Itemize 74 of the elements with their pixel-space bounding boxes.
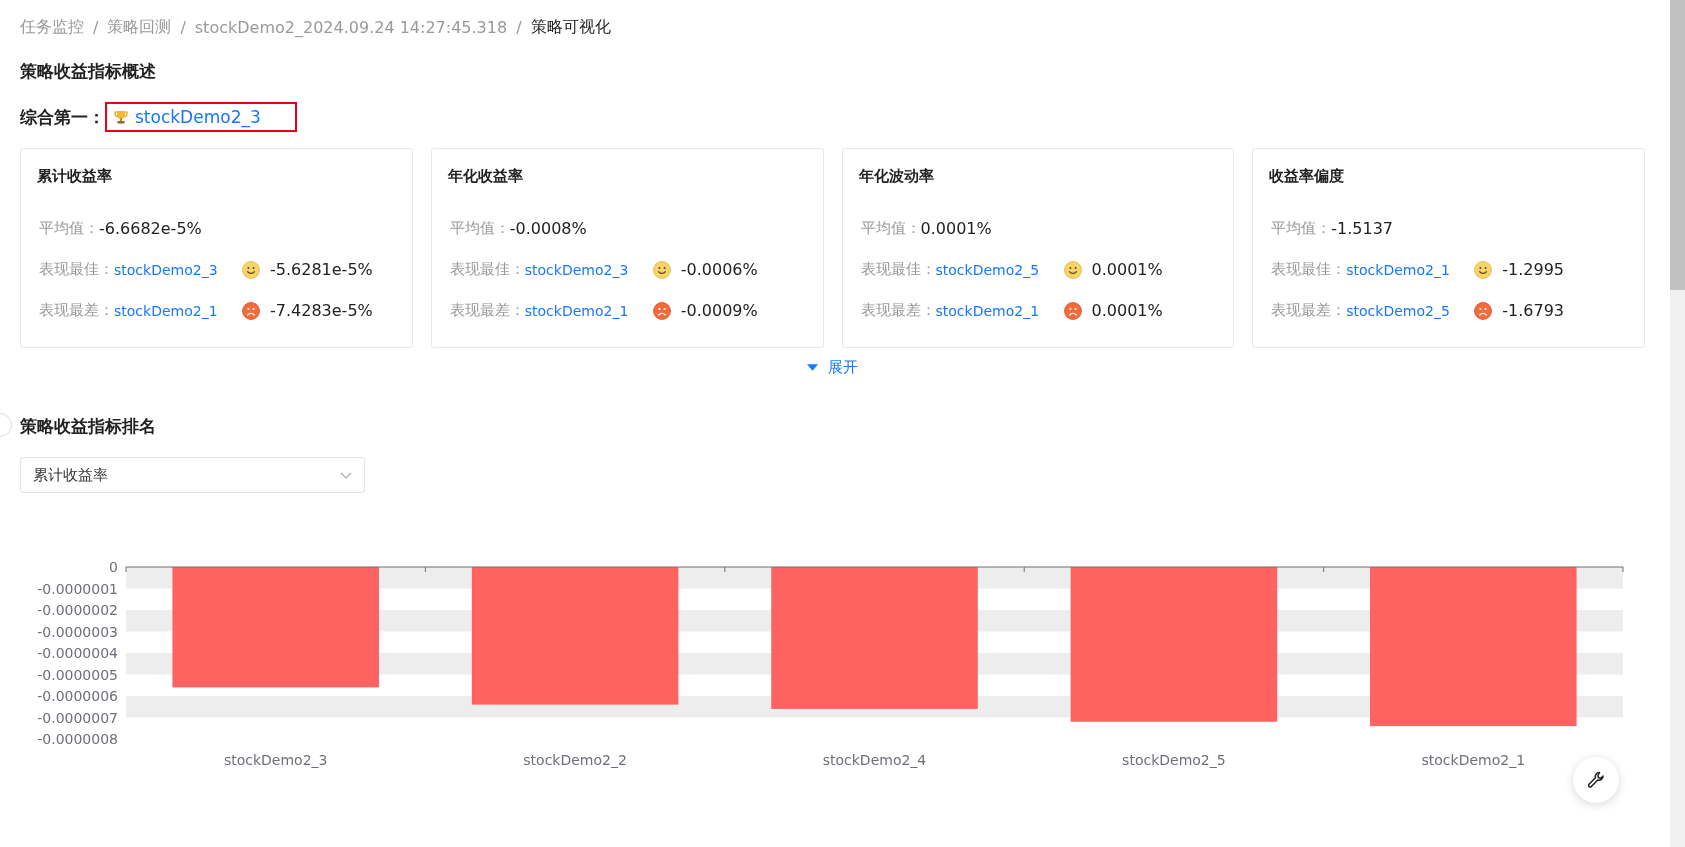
breadcrumb-link[interactable]: 策略回测 [107,16,172,38]
metric-value: 0.0001% [920,219,992,238]
frown-icon [1063,301,1082,320]
metric-value: 0.0001% [1091,260,1163,279]
metric-label: 表现最差： [860,301,936,320]
tools-button[interactable] [1573,757,1619,803]
metric-value: -1.6793 [1502,301,1564,320]
metric-value: -6.6682e-5% [99,219,202,238]
metric-value: 0.0001% [1091,301,1163,320]
card-title: 年化波动率 [858,167,935,186]
strategy-link[interactable]: stockDemo2_1 [114,302,242,319]
metric-label: 表现最佳： [449,260,525,279]
metric-value: -0.0008% [509,219,587,238]
top-label: 综合第一： [20,105,105,129]
strategy-link[interactable]: stockDemo2_3 [114,261,242,278]
smile-icon [1063,260,1082,279]
metric-label: 表现最差： [1271,301,1347,320]
trophy-icon [113,109,129,125]
breadcrumb-link[interactable]: 任务监控 [20,16,84,38]
frown-icon [652,301,671,320]
strategy-link[interactable]: stockDemo2_1 [935,302,1064,319]
metric-select[interactable]: 累计收益率 [20,457,365,493]
metric-label: 平均值： [860,219,921,238]
strategy-link[interactable]: stockDemo2_1 [524,302,653,319]
y-axis-label: -0.0000003 [37,623,118,640]
y-axis-label: -0.0000004 [37,645,118,661]
breadcrumb-separator: / [93,17,99,37]
y-axis-label: -0.0000008 [37,731,118,747]
strategy-link[interactable]: stockDemo2_3 [524,261,653,278]
section-title: 策略收益指标排名 [20,415,157,437]
x-axis-label: stockDemo2_2 [523,752,627,768]
x-axis-label: stockDemo2_4 [822,752,927,768]
y-axis-label: -0.0000001 [37,580,118,597]
breadcrumb-link[interactable]: stockDemo2_2024.09.24 14:27:45.318 [194,17,508,37]
y-axis-label: -0.0000002 [37,602,118,618]
metric-value: -1.5137 [1331,219,1393,238]
metric-value: -7.4283e-5% [270,301,373,320]
y-axis-label: -0.0000006 [37,688,118,704]
top-strategy-link[interactable]: stockDemo2_3 [105,102,297,132]
metric-label: 平均值： [449,219,510,238]
x-axis-label: stockDemo2_3 [223,752,328,768]
wrench-icon [1586,770,1606,790]
metric-value: -1.2995 [1502,260,1564,279]
y-axis-label: -0.0000005 [37,666,118,683]
frown-icon [1474,301,1493,320]
metric-value: -0.0009% [680,301,758,320]
breadcrumb-separator: / [516,17,522,37]
metric-value: -0.0006% [680,260,758,279]
x-axis-label: stockDemo2_5 [1122,752,1226,768]
strategy-link[interactable]: stockDemo2_5 [935,261,1064,278]
y-axis-label: -0.0000007 [37,709,118,726]
card-title: 年化收益率 [447,167,524,186]
strategy-link[interactable]: stockDemo2_5 [1346,302,1475,319]
metric-label: 平均值： [39,219,99,238]
metric-label: 表现最佳： [39,260,114,279]
expand-toggle[interactable]: 展开 [807,358,858,377]
metric-label: 表现最差： [39,301,114,320]
section-title: 策略收益指标概述 [20,60,157,82]
strategy-link[interactable]: stockDemo2_1 [1346,261,1475,278]
breadcrumb-separator: / [180,17,186,37]
card-title: 收益率偏度 [1269,167,1346,186]
smile-icon [242,260,260,279]
metric-label: 表现最差： [449,301,525,320]
smile-icon [1474,260,1493,279]
y-axis-label: 0 [109,559,118,575]
smile-icon [652,260,671,279]
card-title: 累计收益率 [37,167,113,186]
metric-label: 表现最佳： [1271,260,1347,279]
frown-icon [242,301,260,320]
scrollbar[interactable] [1670,0,1685,847]
metric-label: 平均值： [1271,219,1332,238]
metric-label: 表现最佳： [860,260,936,279]
metric-value: -5.6281e-5% [270,260,373,279]
x-axis-label: stockDemo2_1 [1421,752,1526,768]
